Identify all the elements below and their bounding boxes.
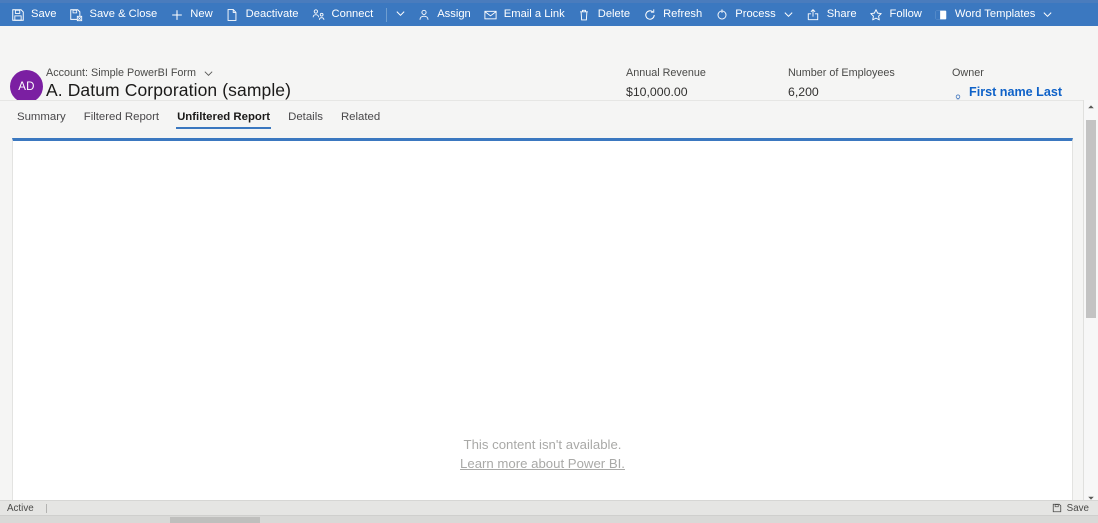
scroll-up-arrow-icon[interactable] (1084, 100, 1098, 114)
content-unavailable-message: This content isn't available. Learn more… (13, 436, 1072, 473)
tab-details[interactable]: Details (279, 101, 332, 131)
form-selector[interactable]: Account: Simple PowerBI Form (46, 67, 214, 79)
save-close-icon (69, 7, 84, 22)
tab-label: Summary (17, 111, 66, 123)
command-label: Delete (597, 8, 631, 20)
command-refresh[interactable]: Refresh (637, 3, 709, 26)
vertical-scrollbar[interactable] (1083, 100, 1098, 505)
command-share[interactable]: Share (801, 3, 864, 26)
status-bar: Active Save (0, 500, 1098, 515)
status-badge: Active (7, 502, 34, 514)
email-link-icon (483, 7, 498, 22)
command-separator (386, 7, 388, 22)
page-icon (225, 7, 240, 22)
command-label: Email a Link (503, 8, 565, 20)
command-connect[interactable]: Connect (306, 3, 381, 26)
field-label: Annual Revenue (626, 67, 706, 79)
chevron-down-icon (1042, 9, 1053, 20)
command-label: Save & Close (89, 8, 158, 20)
command-save-and-close[interactable]: Save & Close (64, 3, 165, 26)
chevron-down-icon (203, 68, 214, 79)
learn-more-link[interactable]: Learn more about Power BI. (13, 455, 1072, 473)
avatar-initials: AD (18, 80, 35, 93)
process-icon (714, 7, 729, 22)
person-icon (416, 7, 431, 22)
field-label: Number of Employees (788, 67, 895, 79)
chevron-down-icon (783, 9, 794, 20)
command-label: Assign (437, 8, 471, 20)
command-delete[interactable]: Delete (572, 3, 637, 26)
command-label: Word Templates (954, 8, 1036, 20)
tab-summary[interactable]: Summary (8, 101, 75, 131)
trash-icon (577, 7, 592, 22)
command-deactivate[interactable]: Deactivate (220, 3, 306, 26)
command-assign[interactable]: Assign (411, 3, 478, 26)
command-email-a-link[interactable]: Email a Link (478, 3, 572, 26)
field-label: Owner (952, 67, 984, 79)
horizontal-scrollbar[interactable] (0, 515, 1098, 523)
command-label: Process (735, 8, 776, 20)
report-content-frame: This content isn't available. Learn more… (12, 138, 1073, 501)
status-state-group: Active (0, 503, 47, 514)
command-label: Connect (331, 8, 374, 20)
word-icon (934, 7, 949, 22)
app-root: Save Save & Close New Deactivate Connect (0, 0, 1098, 523)
command-process[interactable]: Process (709, 3, 800, 26)
connect-icon (311, 7, 326, 22)
command-follow[interactable]: Follow (864, 3, 929, 26)
refresh-icon (642, 7, 657, 22)
message-primary: This content isn't available. (463, 437, 622, 452)
tab-filtered-report[interactable]: Filtered Report (75, 101, 168, 131)
record-header: AD Account: Simple PowerBI Form A. Datum… (0, 26, 1098, 119)
command-label: Refresh (663, 8, 703, 20)
form-selector-label: Account: Simple PowerBI Form (46, 67, 197, 79)
scrollbar-thumb[interactable] (1086, 120, 1096, 318)
tab-label: Unfiltered Report (177, 111, 271, 123)
page-title: A. Datum Corporation (sample) (46, 80, 292, 100)
status-divider (45, 503, 47, 513)
command-new[interactable]: New (164, 3, 219, 26)
command-save[interactable]: Save (5, 3, 64, 26)
header-field-number-of-employees: Number of Employees 6,200 (788, 67, 895, 99)
tab-related[interactable]: Related (332, 101, 389, 131)
command-label: Deactivate (245, 8, 299, 20)
connect-dropdown-button[interactable] (389, 3, 411, 26)
avatar: AD (10, 70, 43, 103)
command-bar: Save Save & Close New Deactivate Connect (0, 3, 1098, 26)
command-word-templates[interactable]: Word Templates (929, 3, 1060, 26)
tab-unfiltered-report[interactable]: Unfiltered Report (168, 101, 279, 131)
status-save-button[interactable]: Save (1052, 503, 1098, 514)
plus-icon (169, 7, 184, 22)
share-icon (806, 7, 821, 22)
status-save-label: Save (1066, 502, 1089, 514)
command-label: Share (826, 8, 857, 20)
star-icon (869, 7, 884, 22)
tab-label: Filtered Report (83, 111, 160, 123)
command-label: Save (31, 8, 57, 20)
save-icon (1052, 503, 1062, 513)
command-label: New (190, 8, 213, 20)
horizontal-scrollbar-thumb[interactable] (170, 517, 260, 523)
command-label: Follow (889, 8, 922, 20)
chevron-down-icon (395, 6, 406, 24)
field-value[interactable]: $10,000.00 (626, 85, 706, 99)
tab-label: Details (288, 111, 323, 123)
tab-label: Related (340, 111, 381, 123)
save-icon (10, 7, 25, 22)
field-value[interactable]: 6,200 (788, 85, 895, 99)
header-field-annual-revenue: Annual Revenue $10,000.00 (626, 67, 706, 99)
tab-strip: Summary Filtered Report Unfiltered Repor… (0, 100, 1084, 129)
